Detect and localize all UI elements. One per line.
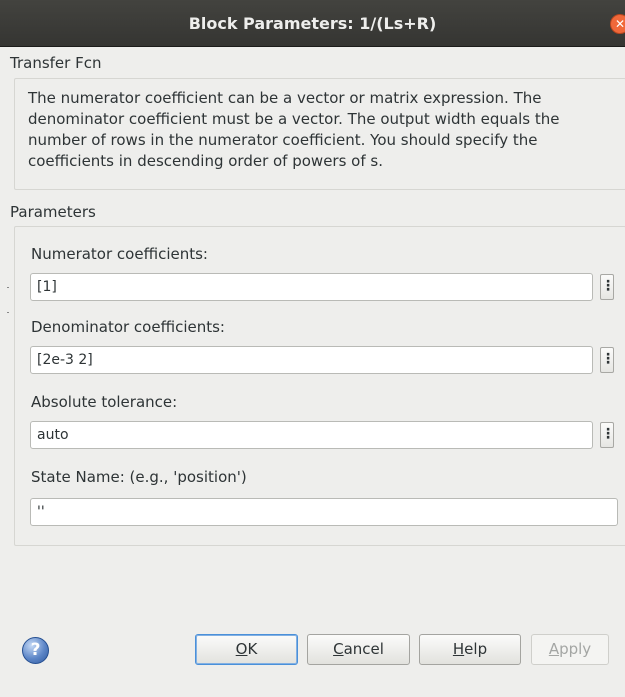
apply-mnemonic: A bbox=[548, 640, 560, 658]
absolute-tolerance-menu-button[interactable]: ⋮ bbox=[600, 422, 615, 448]
numerator-label: Numerator coefficients: bbox=[31, 245, 208, 263]
window-title: Block Parameters: 1/(Ls+R) bbox=[188, 14, 437, 33]
denominator-input[interactable]: [2e-3 2] bbox=[30, 346, 593, 374]
state-name-label: State Name: (e.g., 'position') bbox=[31, 468, 247, 486]
ok-button[interactable]: OK bbox=[195, 634, 298, 665]
resize-tick bbox=[7, 287, 9, 288]
title-bar[interactable]: Block Parameters: 1/(Ls+R) ✕ bbox=[0, 0, 625, 47]
cancel-mnemonic: C bbox=[333, 640, 344, 658]
apply-button[interactable]: Apply bbox=[531, 634, 609, 665]
help-icon[interactable]: ? bbox=[22, 637, 49, 664]
ok-label: K bbox=[247, 640, 258, 658]
parameters-section-label: Parameters bbox=[10, 203, 96, 221]
denominator-menu-button[interactable]: ⋮ bbox=[600, 347, 615, 373]
help-button[interactable]: Help bbox=[419, 634, 521, 665]
cancel-button[interactable]: Cancel bbox=[307, 634, 410, 665]
apply-label: pply bbox=[559, 640, 592, 658]
ok-mnemonic: O bbox=[235, 640, 248, 658]
absolute-tolerance-label: Absolute tolerance: bbox=[31, 393, 178, 411]
help-mnemonic: H bbox=[452, 640, 465, 658]
block-description: The numerator coefficient can be a vecto… bbox=[28, 89, 560, 170]
dialog-window: Block Parameters: 1/(Ls+R) ✕ Transfer Fc… bbox=[0, 0, 625, 697]
block-type-label: Transfer Fcn bbox=[10, 54, 102, 72]
absolute-tolerance-input[interactable]: auto bbox=[30, 421, 593, 449]
resize-tick bbox=[7, 312, 9, 313]
state-name-input[interactable]: '' bbox=[30, 498, 618, 526]
cancel-label: ancel bbox=[343, 640, 384, 658]
help-label: elp bbox=[464, 640, 488, 658]
denominator-label: Denominator coefficients: bbox=[31, 318, 225, 336]
close-icon[interactable]: ✕ bbox=[610, 14, 625, 34]
numerator-input[interactable]: [1] bbox=[30, 273, 593, 301]
numerator-menu-button[interactable]: ⋮ bbox=[600, 274, 615, 300]
